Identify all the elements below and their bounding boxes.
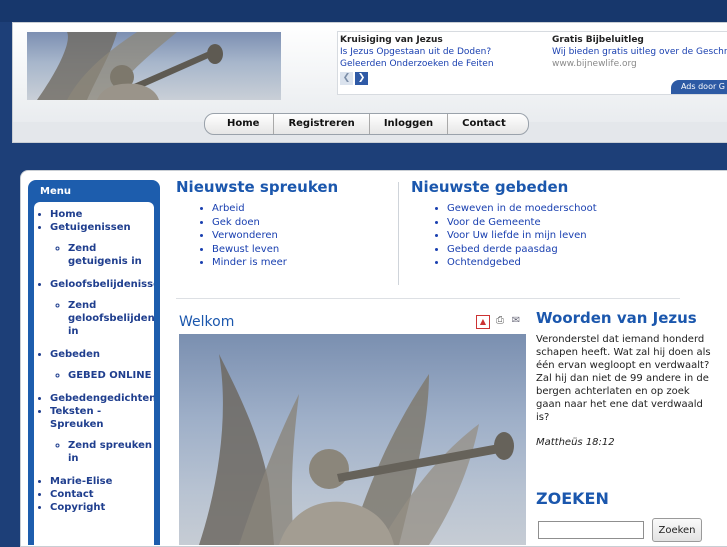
ad-banner: Kruisiging van Jezus Is Jezus Opgestaan …: [337, 31, 727, 95]
article-actions: ▲ ⎙ ✉: [476, 315, 522, 329]
menu-link[interactable]: Contact: [50, 489, 94, 500]
menu-link[interactable]: Teksten - Spreuken: [50, 406, 103, 430]
menu-list: Home Getuigenissen Zend getuigenis in Ge…: [34, 202, 154, 514]
menu-item-gebed-online[interactable]: GEBED ONLINE: [68, 369, 154, 382]
column-divider: [398, 182, 399, 285]
menu-item-marie-elise[interactable]: Marie-Elise: [50, 475, 154, 488]
list-item[interactable]: Verwonderen: [212, 229, 386, 243]
menu-link[interactable]: Geloofsbelijdenissen: [50, 279, 154, 290]
menu-item-gebeden[interactable]: Gebeden GEBED ONLINE: [50, 348, 154, 382]
list-item[interactable]: Arbeid: [212, 202, 386, 216]
ads-by-label[interactable]: Ads door G: [670, 80, 727, 94]
menu-item-zend-getuigenis[interactable]: Zend getuigenis in: [68, 242, 154, 268]
list-item[interactable]: Gebed derde paasdag: [447, 243, 691, 257]
nav-home[interactable]: Home: [213, 114, 275, 134]
ad-text[interactable]: Is Jezus Opgestaan uit de Doden? Geleerd…: [340, 47, 494, 69]
spreuken-title: Nieuwste spreuken: [176, 178, 339, 196]
ad-url[interactable]: www.bijnewlife.org: [552, 58, 727, 70]
search-title: ZOEKEN: [536, 489, 609, 508]
ad-title[interactable]: Kruisiging van Jezus: [340, 34, 540, 46]
menu-link[interactable]: Getuigenissen: [50, 222, 131, 233]
site-header: Kruisiging van Jezus Is Jezus Opgestaan …: [12, 22, 727, 124]
email-icon[interactable]: ✉: [510, 315, 522, 327]
menu-item-copyright[interactable]: Copyright: [50, 501, 154, 514]
article-title: Welkom: [179, 314, 235, 330]
search-input[interactable]: [538, 521, 644, 539]
ad-navigation: ❮ ❯: [340, 70, 370, 85]
menu-link[interactable]: Copyright: [50, 502, 105, 513]
nav-contact[interactable]: Contact: [448, 114, 520, 134]
ad-prev-icon[interactable]: ❮: [340, 72, 353, 85]
ad-kruisiging[interactable]: Kruisiging van Jezus Is Jezus Opgestaan …: [340, 34, 540, 70]
menu-link[interactable]: Zend spreuken in: [68, 440, 152, 464]
sidebar-menu: Menu Home Getuigenissen Zend getuigenis …: [28, 180, 160, 545]
nav-inloggen[interactable]: Inloggen: [370, 114, 449, 134]
woorden-van-jezus: Woorden van Jezus Veronderstel dat ieman…: [536, 309, 716, 449]
list-item[interactable]: Ochtendgebed: [447, 256, 691, 270]
menu-item-getuigenissen[interactable]: Getuigenissen Zend getuigenis in: [50, 221, 154, 268]
gebeden-list: Geweven in de moederschoot Voor de Gemee…: [411, 202, 691, 270]
spreuken-list: Arbeid Gek doen Verwonderen Bewust leven…: [176, 202, 386, 270]
woorden-reference: Mattheüs 18:12: [536, 437, 615, 448]
menu-item-gebedengedichten[interactable]: Gebedengedichten: [50, 392, 154, 405]
menu-item-home[interactable]: Home: [50, 208, 154, 221]
ad-next-icon[interactable]: ❯: [355, 72, 368, 85]
top-bar: [0, 0, 727, 22]
pdf-icon[interactable]: ▲: [476, 315, 490, 329]
menu-item-contact[interactable]: Contact: [50, 488, 154, 501]
menu-title: Menu: [40, 186, 71, 197]
menu-link[interactable]: GEBED ONLINE: [68, 370, 151, 381]
menu-link[interactable]: Home: [50, 209, 82, 220]
list-item[interactable]: Bewust leven: [212, 243, 386, 257]
menu-item-geloofsbelijdenissen[interactable]: Geloofsbelijdenissen Zend geloofsbelijde…: [50, 278, 154, 338]
main-nav: Home Registreren Inloggen Contact: [204, 113, 529, 135]
menu-body: Home Getuigenissen Zend getuigenis in Ge…: [34, 202, 154, 545]
search-button[interactable]: Zoeken: [652, 518, 702, 542]
menu-link[interactable]: Zend getuigenis in: [68, 243, 142, 267]
print-icon[interactable]: ⎙: [494, 315, 506, 327]
ad-bijbeluitleg[interactable]: Gratis Bijbeluitleg Wij bieden gratis ui…: [552, 34, 727, 70]
list-item[interactable]: Geweven in de moederschoot: [447, 202, 691, 216]
gebeden-title: Nieuwste gebeden: [411, 178, 569, 196]
woorden-text: Veronderstel dat iemand honderd schapen …: [536, 334, 711, 423]
menu-item-teksten-spreuken[interactable]: Teksten - Spreuken Zend spreuken in: [50, 405, 154, 465]
menu-link[interactable]: Gebedengedichten: [50, 393, 154, 404]
menu-link[interactable]: Zend geloofsbelijdenis in: [68, 300, 154, 337]
spreuken-section: Nieuwste spreuken Arbeid Gek doen Verwon…: [176, 178, 386, 270]
list-item[interactable]: Minder is meer: [212, 256, 386, 270]
ad-text[interactable]: Wij bieden gratis uitleg over de Geschri…: [552, 47, 727, 57]
menu-link[interactable]: Gebeden: [50, 349, 100, 360]
nav-registreren[interactable]: Registreren: [274, 114, 370, 134]
gebeden-section: Nieuwste gebeden Geweven in de moedersch…: [411, 178, 691, 270]
menu-item-zend-spreuken[interactable]: Zend spreuken in: [68, 439, 154, 465]
header-angel-image: [27, 32, 281, 100]
menu-link[interactable]: Marie-Elise: [50, 476, 112, 487]
menu-item-zend-geloofsbelijdenis[interactable]: Zend geloofsbelijdenis in: [68, 299, 154, 338]
list-item[interactable]: Gek doen: [212, 216, 386, 230]
woorden-title: Woorden van Jezus: [536, 309, 697, 327]
section-divider: [176, 298, 680, 299]
ad-title[interactable]: Gratis Bijbeluitleg: [552, 34, 727, 46]
list-item[interactable]: Voor Uw liefde in mijn leven: [447, 229, 691, 243]
list-item[interactable]: Voor de Gemeente: [447, 216, 691, 230]
article-angel-image: [179, 334, 526, 545]
